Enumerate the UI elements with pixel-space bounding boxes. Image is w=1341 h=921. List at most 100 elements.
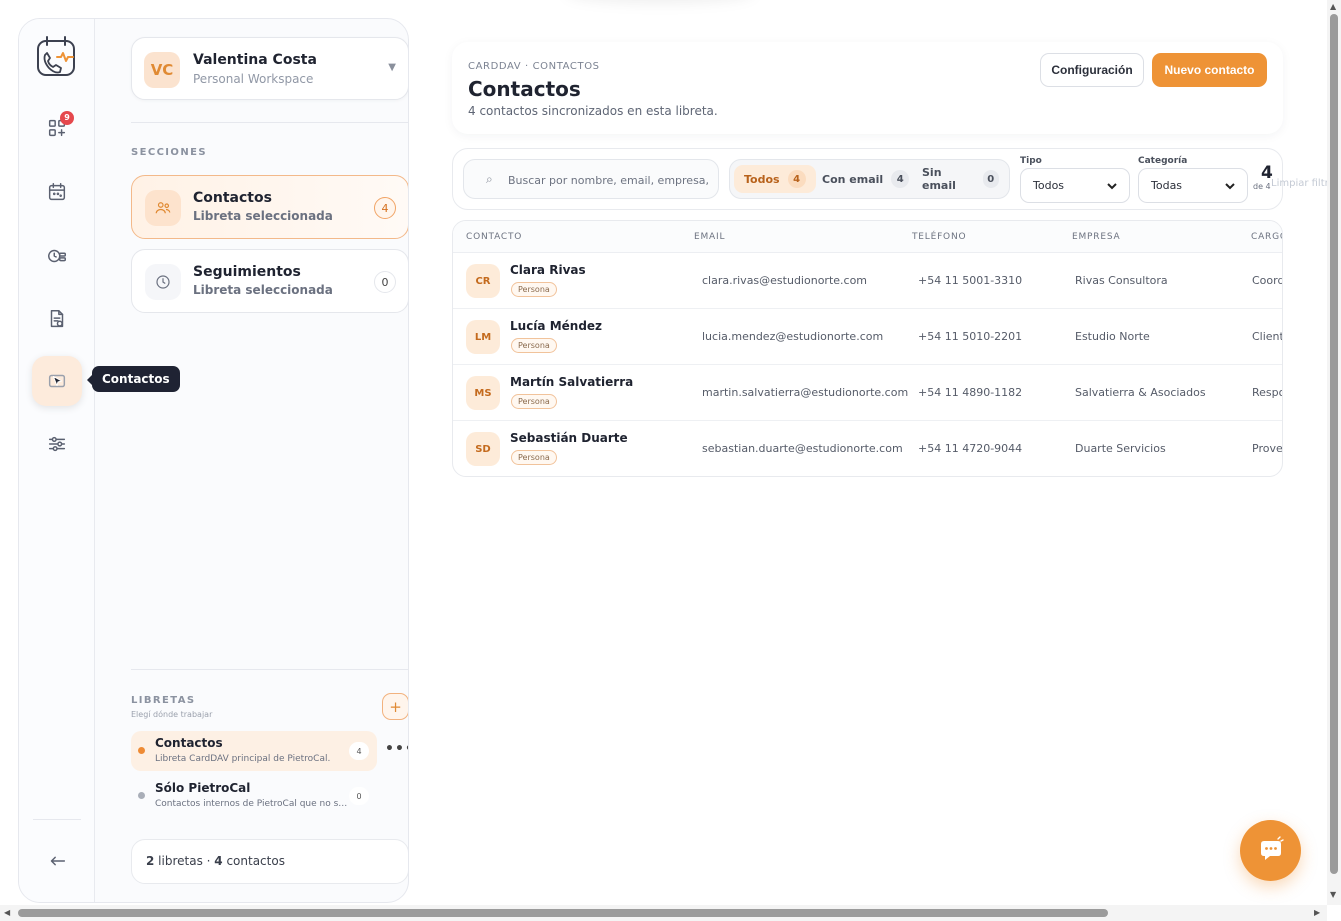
- search-box: ⌕: [463, 159, 719, 199]
- status-dot: [138, 792, 145, 799]
- rail-apps-button[interactable]: 9: [32, 103, 82, 153]
- collapse-sidebar-button[interactable]: [32, 836, 82, 886]
- tipo-select[interactable]: Todos: [1020, 168, 1130, 203]
- sections-label: SECCIONES: [131, 147, 207, 158]
- scroll-left-icon[interactable]: ◀: [4, 908, 10, 917]
- contact-email[interactable]: sebastian.duarte@estudionorte.com: [702, 442, 903, 455]
- workspace-switcher[interactable]: VC Valentina Costa Personal Workspace ▼: [131, 37, 408, 100]
- calendar-icon: [48, 183, 66, 201]
- rail-settings-button[interactable]: [32, 419, 82, 469]
- library-summary: 2 libretas · 4 contactos: [131, 839, 408, 884]
- avatar: VC: [144, 52, 180, 88]
- table-row[interactable]: SD Sebastián Duarte Persona sebastian.du…: [453, 421, 1283, 476]
- contact-phone: +54 11 4890-1182: [918, 386, 1023, 399]
- search-icon: ⌕: [486, 172, 493, 186]
- rail-documents-button[interactable]: [32, 294, 82, 344]
- segment-sin-email[interactable]: Sin email 0: [912, 165, 1009, 193]
- library-count: 4: [349, 742, 369, 760]
- contact-name: Lucía Méndez: [510, 319, 603, 333]
- library-description: Contactos internos de PietroCal que no s…: [155, 799, 350, 809]
- vertical-scrollbar[interactable]: ▲ ▼: [1327, 0, 1341, 905]
- contact-name: Martín Salvatierra: [510, 375, 634, 389]
- email-filter-segment: Todos 4 Con email 4 Sin email 0: [729, 159, 1010, 199]
- rail-contacts-button[interactable]: [32, 356, 82, 406]
- horizontal-scroll-thumb[interactable]: [18, 909, 1108, 917]
- segment-label: Sin email: [922, 166, 956, 192]
- library-more-button[interactable]: •••: [385, 741, 408, 757]
- contact-role: Proveedor: [1252, 442, 1283, 455]
- column-header[interactable]: CARGO: [1251, 232, 1282, 242]
- section-count: 4: [374, 197, 396, 219]
- icon-rail: 9: [19, 19, 95, 902]
- table-row[interactable]: LM Lucía Méndez Persona lucia.mendez@est…: [453, 309, 1282, 365]
- column-header[interactable]: CONTACTO: [466, 232, 522, 242]
- library-description: Libreta CardDAV principal de PietroCal.: [155, 754, 331, 764]
- section-title: Contactos: [193, 190, 272, 206]
- categoria-label: Categoría: [1138, 156, 1188, 166]
- divider: [131, 669, 408, 670]
- cursor-pointer-icon: [48, 374, 66, 388]
- scroll-up-icon[interactable]: ▲: [1330, 2, 1336, 11]
- contacts-text: contactos: [222, 854, 285, 868]
- status-dot: [138, 747, 145, 754]
- page-header: CARDDAV · CONTACTOS Contactos 4 contacto…: [452, 42, 1283, 134]
- segment-label: Con email: [822, 172, 884, 186]
- contact-company: Salvatierra & Asociados: [1075, 386, 1206, 399]
- settings-button[interactable]: Configuración: [1040, 53, 1144, 87]
- column-header[interactable]: TELÉFONO: [912, 232, 966, 242]
- chat-bubble-icon: [1260, 835, 1284, 860]
- scroll-down-icon[interactable]: ▼: [1330, 890, 1336, 899]
- section-contactos[interactable]: Contactos Libreta seleccionada 4: [131, 175, 408, 239]
- segment-count: 4: [787, 170, 806, 188]
- categoria-select[interactable]: Todas: [1138, 168, 1248, 203]
- section-subtitle: Libreta seleccionada: [193, 209, 333, 223]
- type-tag: Persona: [511, 282, 557, 297]
- chevron-down-icon: [1225, 182, 1235, 189]
- rail-schedule-button[interactable]: [32, 231, 82, 281]
- rail-calendar-button[interactable]: [32, 167, 82, 217]
- library-item[interactable]: Contactos Libreta CardDAV principal de P…: [131, 731, 377, 771]
- filter-bar: ⌕ Todos 4 Con email 4 Sin email 0 Tipo Todo…: [452, 148, 1340, 210]
- sliders-icon: [48, 436, 66, 452]
- libraries-label: LIBRETAS: [131, 695, 196, 706]
- segment-count: 4: [891, 170, 910, 188]
- libraries-hint: Elegí dónde trabajar: [131, 710, 213, 719]
- add-library-button[interactable]: +: [382, 693, 408, 720]
- app-logo-icon[interactable]: [35, 35, 79, 79]
- horizontal-scrollbar[interactable]: ◀ ▶: [0, 905, 1327, 921]
- tipo-value: Todos: [1033, 179, 1065, 192]
- column-header[interactable]: EMPRESA: [1072, 232, 1120, 242]
- clock-icon: [145, 264, 181, 300]
- page-title: Contactos: [468, 77, 581, 101]
- apps-badge: 9: [60, 111, 74, 125]
- search-input[interactable]: [508, 170, 708, 190]
- vertical-scroll-thumb[interactable]: [1330, 14, 1338, 874]
- segment-con-email[interactable]: Con email 4: [812, 165, 919, 193]
- avatar: CR: [466, 264, 500, 298]
- table-row[interactable]: MS Martín Salvatierra Persona martin.sal…: [453, 365, 1282, 421]
- avatar: SD: [466, 432, 500, 466]
- contact-email[interactable]: martin.salvatierra@estudionorte.com: [702, 386, 908, 399]
- rail-divider: [33, 819, 81, 820]
- type-tag: Persona: [511, 450, 557, 465]
- workspace-name: Valentina Costa: [193, 52, 317, 68]
- avatar: LM: [466, 320, 500, 354]
- library-name: Contactos: [155, 736, 223, 750]
- table-row[interactable]: CR Clara Rivas Persona clara.rivas@estud…: [453, 253, 1282, 309]
- result-of: de 4: [1253, 182, 1271, 191]
- users-icon: [145, 190, 181, 226]
- section-seguimientos[interactable]: Seguimientos Libreta seleccionada 0: [131, 249, 408, 313]
- scroll-right-icon[interactable]: ▶: [1314, 908, 1320, 917]
- contact-company: Rivas Consultora: [1075, 274, 1168, 287]
- new-contact-button[interactable]: Nuevo contacto: [1152, 53, 1267, 87]
- segment-todos[interactable]: Todos 4: [734, 165, 816, 193]
- top-shadow: [565, 0, 755, 4]
- contact-role: Cliente: [1252, 330, 1282, 343]
- workspace-subtitle: Personal Workspace: [193, 72, 314, 86]
- contact-email[interactable]: lucia.mendez@estudionorte.com: [702, 330, 883, 343]
- contact-email[interactable]: clara.rivas@estudionorte.com: [702, 274, 867, 287]
- library-item[interactable]: Sólo PietroCal Contactos internos de Pie…: [131, 776, 377, 816]
- chat-button[interactable]: [1240, 820, 1301, 881]
- column-header[interactable]: EMAIL: [694, 232, 725, 242]
- chevron-down-icon: [1107, 182, 1117, 189]
